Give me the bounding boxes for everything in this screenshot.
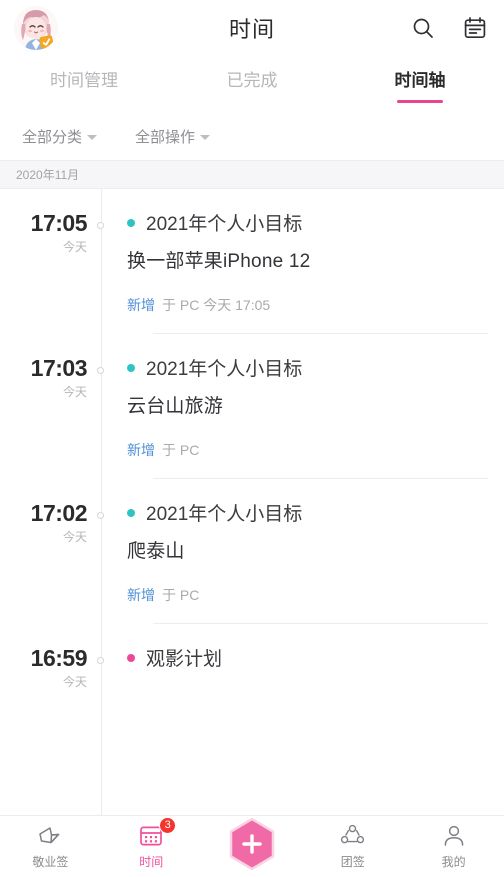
entry-category: 观影计划: [146, 649, 223, 670]
date-strip-label: 2020年11月: [16, 168, 80, 182]
filter-label: 全部操作: [135, 128, 196, 146]
entry-category-row: 2021年个人小目标: [127, 499, 488, 526]
timeline-list[interactable]: 17:05 今天 2021年个人小目标 换一部苹果iPhone 12 新增 于 …: [0, 189, 504, 815]
app-root: 时间 时间管理 已完成 时间轴 全部分类 全部操作 2020年11月 17:05…: [0, 0, 504, 877]
entry-time-block: 17:02 今天: [0, 479, 101, 624]
nav-label: 敬业签: [32, 854, 69, 869]
entry-category-row: 2021年个人小目标: [127, 354, 488, 381]
timeline-entry[interactable]: 17:03 今天 2021年个人小目标 云台山旅游 新增 于 PC: [0, 334, 504, 479]
entry-category: 2021年个人小目标: [146, 214, 303, 235]
nav-item-team[interactable]: 团签: [302, 824, 403, 870]
entry-meta: 于 PC 今天 17:05: [162, 297, 271, 313]
entry-meta: 于 PC: [162, 587, 200, 603]
timeline-node-icon: [97, 657, 104, 664]
tab-completed[interactable]: 已完成: [168, 66, 336, 91]
chevron-down-icon: [87, 134, 98, 140]
nav-item-notes[interactable]: 敬业签: [0, 824, 101, 870]
filter-bar: 全部分类 全部操作: [0, 112, 504, 160]
chevron-down-icon: [200, 134, 211, 140]
add-button-shape: [229, 817, 275, 870]
nav-badge: 3: [159, 816, 177, 834]
category-dot-icon: [127, 218, 135, 227]
nav-item-time[interactable]: 3 时间: [101, 816, 202, 870]
tab-bar: 时间管理 已完成 时间轴: [0, 55, 504, 112]
entry-category: 2021年个人小目标: [146, 504, 303, 525]
tab-underline: [397, 100, 443, 103]
add-button[interactable]: [202, 817, 303, 870]
category-dot-icon: [127, 653, 135, 662]
entry-title: 爬泰山: [127, 541, 185, 562]
tab-timeline[interactable]: 时间轴: [336, 66, 504, 103]
team-icon: [340, 824, 365, 848]
timeline-entry[interactable]: 17:05 今天 2021年个人小目标 换一部苹果iPhone 12 新增 于 …: [0, 189, 504, 334]
entry-meta-row: 新增 于 PC: [127, 440, 488, 460]
tab-label: 时间管理: [50, 71, 118, 90]
entry-title: 换一部苹果iPhone 12: [127, 251, 311, 272]
tab-label: 已完成: [226, 71, 278, 90]
entry-time-block: 16:59 今天: [0, 624, 101, 690]
search-icon[interactable]: [408, 13, 438, 43]
nav-label: 我的: [441, 854, 466, 869]
tab-label: 时间轴: [394, 71, 446, 90]
date-strip: 2020年11月: [0, 160, 504, 189]
filter-operation[interactable]: 全部操作: [135, 126, 211, 147]
filter-label: 全部分类: [22, 128, 83, 146]
entry-title: 云台山旅游: [127, 396, 224, 417]
tab-time-management[interactable]: 时间管理: [0, 66, 168, 91]
entry-meta: 于 PC: [162, 442, 200, 458]
entry-body: 2021年个人小目标 爬泰山 新增 于 PC: [101, 479, 504, 624]
calendar-icon: 3: [139, 816, 177, 848]
nav-item-profile[interactable]: 我的: [403, 824, 504, 870]
topbar-actions: [408, 13, 490, 43]
entry-time: 17:02: [30, 500, 88, 526]
entry-day: 今天: [62, 240, 87, 255]
nav-label: 时间: [139, 854, 164, 869]
entry-body: 观影计划: [101, 624, 504, 690]
entry-category: 2021年个人小目标: [146, 359, 303, 380]
entry-time: 17:03: [30, 355, 88, 381]
entry-meta-row: 新增 于 PC 今天 17:05: [127, 295, 488, 315]
filter-category[interactable]: 全部分类: [22, 126, 98, 147]
entry-day: 今天: [62, 385, 87, 400]
plus-icon: [229, 817, 275, 870]
top-bar: 时间: [0, 0, 504, 55]
nav-label: 团签: [340, 854, 365, 869]
timeline-node-icon: [97, 367, 104, 374]
entry-category-row: 观影计划: [127, 644, 488, 671]
entry-action: 新增: [127, 442, 155, 458]
entry-time-block: 17:03 今天: [0, 334, 101, 479]
avatar-image: [14, 5, 58, 50]
timeline-entry[interactable]: 16:59 今天 观影计划: [0, 624, 504, 690]
note-icon: [37, 824, 63, 848]
entry-body: 2021年个人小目标 云台山旅游 新增 于 PC: [101, 334, 504, 479]
entry-body: 2021年个人小目标 换一部苹果iPhone 12 新增 于 PC 今天 17:…: [101, 189, 504, 334]
timeline-entry[interactable]: 17:02 今天 2021年个人小目标 爬泰山 新增 于 PC: [0, 479, 504, 624]
entry-category-row: 2021年个人小目标: [127, 209, 488, 236]
timeline-node-icon: [97, 222, 104, 229]
entry-time-block: 17:05 今天: [0, 189, 101, 334]
avatar[interactable]: [14, 5, 58, 50]
bottom-nav: 敬业签 3 时间 团签 我的: [0, 815, 504, 877]
entry-action: 新增: [127, 297, 155, 313]
entry-time: 16:59: [30, 645, 88, 671]
entry-time: 17:05: [30, 210, 88, 236]
calendar-icon[interactable]: [460, 13, 490, 43]
category-dot-icon: [127, 508, 135, 517]
entry-action: 新增: [127, 587, 155, 603]
entry-day: 今天: [62, 530, 87, 545]
entry-meta-row: 新增 于 PC: [127, 585, 488, 605]
timeline-node-icon: [97, 512, 104, 519]
entry-day: 今天: [62, 675, 87, 690]
category-dot-icon: [127, 363, 135, 372]
person-icon: [442, 824, 466, 848]
